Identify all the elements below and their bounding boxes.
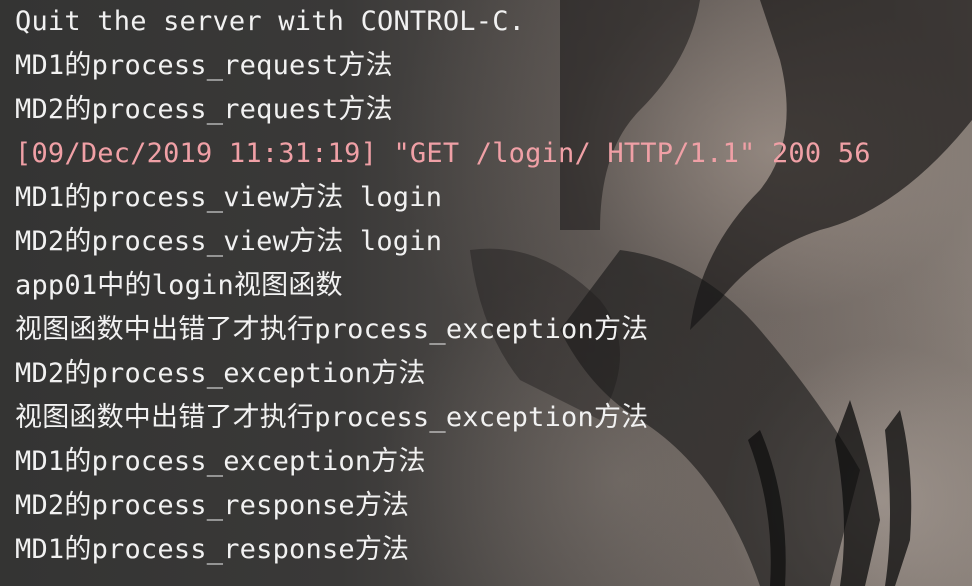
- output-line: Quit the server with CONTROL-C.: [15, 6, 526, 37]
- output-line: 视图函数中出错了才执行process_exception方法: [15, 314, 649, 345]
- output-line: MD2的process_view方法 login: [15, 226, 443, 257]
- request-log-line: [09/Dec/2019 11:31:19] "GET /login/ HTTP…: [15, 138, 871, 169]
- output-line: MD1的process_request方法: [15, 50, 393, 81]
- output-line: app01中的login视图函数: [15, 270, 343, 301]
- terminal-output: Quit the server with CONTROL-C. MD1的proc…: [15, 4, 871, 576]
- output-line: MD2的process_response方法: [15, 490, 410, 521]
- output-line: MD2的process_request方法: [15, 94, 393, 125]
- output-line: 视图函数中出错了才执行process_exception方法: [15, 402, 649, 433]
- output-line: MD2的process_exception方法: [15, 358, 426, 389]
- output-line: MD1的process_view方法 login: [15, 182, 443, 213]
- output-line: MD1的process_exception方法: [15, 446, 426, 477]
- terminal-window[interactable]: Quit the server with CONTROL-C. MD1的proc…: [0, 0, 972, 586]
- output-line: MD1的process_response方法: [15, 534, 410, 565]
